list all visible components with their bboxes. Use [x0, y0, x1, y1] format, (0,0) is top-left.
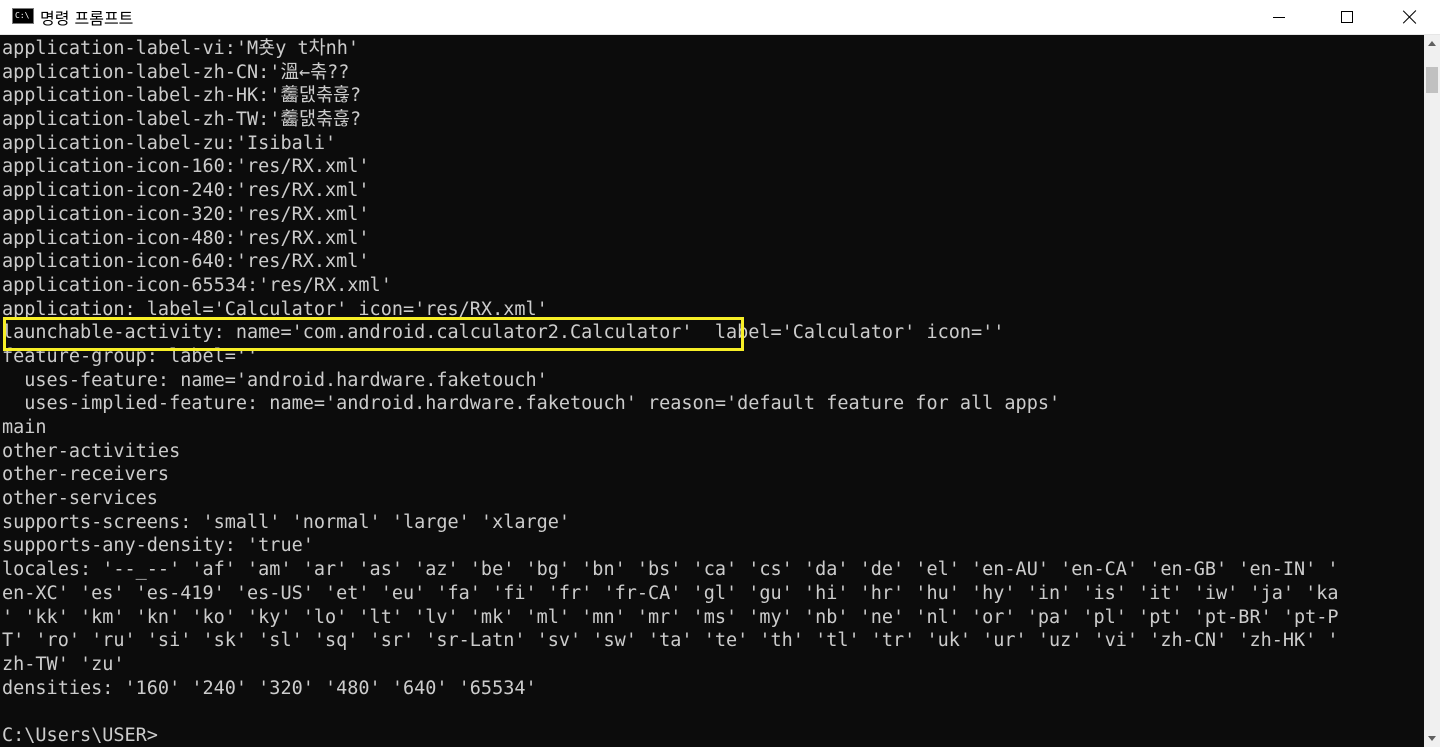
scroll-down-button[interactable] [1424, 730, 1440, 747]
maximize-icon [1341, 11, 1353, 23]
title-bar[interactable]: C:\ 명령 프롬프트 [0, 0, 1440, 35]
console-line: uses-feature: name='android.hardware.fak… [2, 369, 548, 391]
console-line: application-icon-240:'res/RX.xml' [2, 180, 370, 202]
scroll-up-button[interactable] [1424, 35, 1440, 52]
console-line: application: label='Calculator' icon='re… [2, 298, 548, 320]
console-line: en-XC' 'es' 'es-419' 'es-US' 'et' 'eu' '… [2, 582, 1339, 604]
console-line: densities: '160' '240' '320' '480' '640'… [2, 677, 537, 699]
console-line: other-services [2, 488, 158, 510]
console-line: application-label-zh-CN:'溫←춖?? [2, 61, 350, 83]
console-line: other-receivers [2, 464, 170, 486]
console-line: feature-group: label='' [2, 345, 259, 367]
console-line: T' 'ro' 'ru' 'si' 'sk' 'sl' 'sq' 'sr' 's… [2, 630, 1339, 652]
console-line: application-icon-640:'res/RX.xml' [2, 251, 370, 273]
vertical-scrollbar[interactable] [1424, 35, 1440, 747]
console-line: uses-implied-feature: name='android.hard… [2, 393, 1061, 415]
cmd-icon[interactable]: C:\ [12, 8, 34, 24]
command-prompt-window: C:\ 명령 프롬프트 application-label-vi:'M춋y t차… [0, 0, 1440, 747]
console-line: other-activities [2, 440, 181, 462]
console-line: application-label-vi:'M춋y t차nh' [2, 38, 360, 59]
console-lines: application-label-vi:'M춋y t차nh' applicati… [2, 37, 1424, 747]
console-output[interactable]: application-label-vi:'M춋y t차nh' applicati… [0, 35, 1424, 747]
console-line: locales: '--_--' 'af' 'am' 'ar' 'as' 'az… [2, 559, 1339, 581]
minimize-button[interactable] [1244, 0, 1314, 34]
console-line: application-icon-65534:'res/RX.xml' [2, 274, 392, 296]
arrow-up-icon [1428, 41, 1436, 46]
console-line: zh-TW' 'zu' [2, 653, 125, 675]
window-title: 명령 프롬프트 [40, 9, 134, 28]
console-line: application-icon-480:'res/RX.xml' [2, 227, 370, 249]
close-icon [1402, 9, 1418, 25]
console-line: application-icon-160:'res/RX.xml' [2, 156, 370, 178]
console-line: application-label-zh-TW:'齹댌춖흖? [2, 109, 362, 131]
arrow-down-icon [1428, 736, 1436, 741]
console-line: application-label-zh-HK:'齹댌춖흖? [2, 85, 362, 107]
console-line: launchable-activity: name='com.android.c… [2, 322, 1005, 344]
console-line: supports-any-density: 'true' [2, 535, 314, 557]
console-line: supports-screens: 'small' 'normal' 'larg… [2, 511, 571, 533]
scroll-thumb[interactable] [1426, 67, 1438, 93]
minimize-icon [1273, 16, 1285, 18]
console-line: application-icon-320:'res/RX.xml' [2, 203, 370, 225]
console-line: C:\Users\USER> [2, 724, 158, 746]
close-button[interactable] [1380, 0, 1440, 34]
console-line: main [2, 417, 47, 438]
cmd-icon-label: C:\ [15, 11, 30, 20]
console-line: application-label-zu:'Isibali' [2, 132, 337, 154]
console-line: ' 'kk' 'km' 'kn' 'ko' 'ky' 'lo' 'lt' 'lv… [2, 606, 1339, 628]
maximize-button[interactable] [1312, 0, 1382, 34]
